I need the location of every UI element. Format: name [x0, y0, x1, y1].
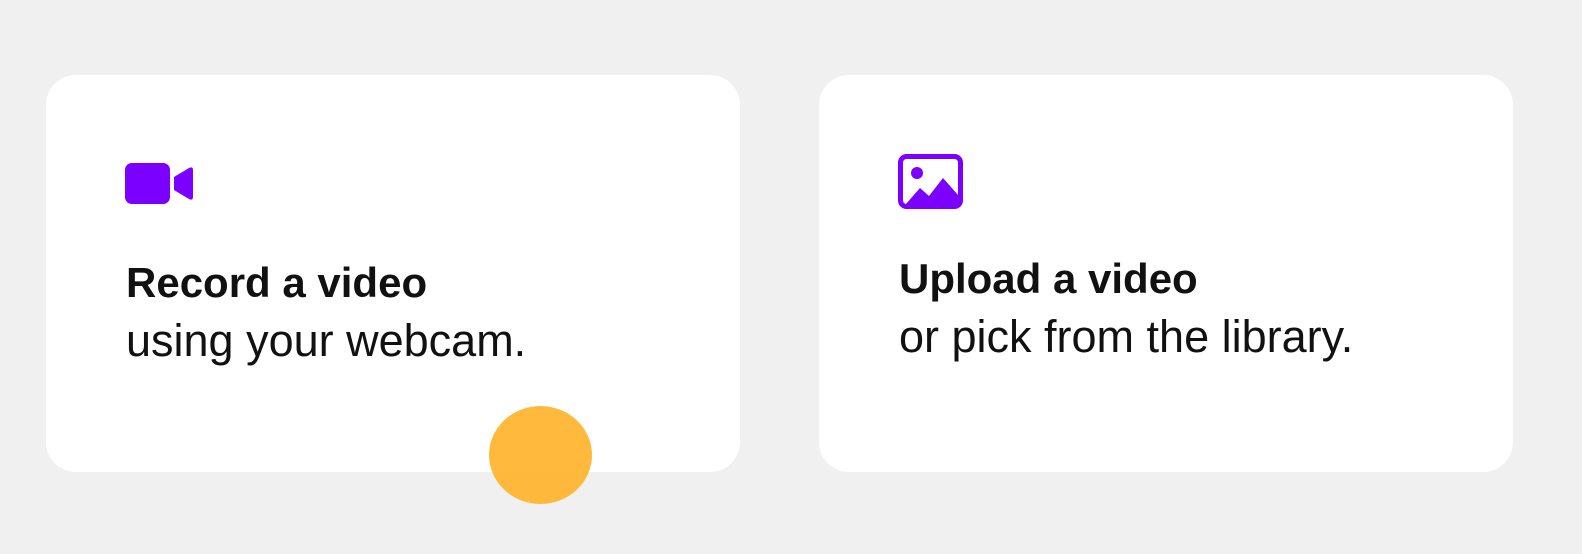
- record-video-title: Record a video: [126, 259, 428, 306]
- upload-video-card[interactable]: Upload a video or pick from the library.: [819, 75, 1513, 472]
- video-camera-icon: [125, 163, 193, 204]
- upload-video-title: Upload a video: [899, 255, 1198, 302]
- image-icon: [898, 154, 963, 209]
- cursor-highlight: [489, 406, 592, 504]
- record-video-card[interactable]: Record a video using your webcam.: [46, 75, 740, 472]
- record-video-subtitle: using your webcam.: [126, 315, 527, 366]
- upload-video-subtitle: or pick from the library.: [899, 311, 1354, 362]
